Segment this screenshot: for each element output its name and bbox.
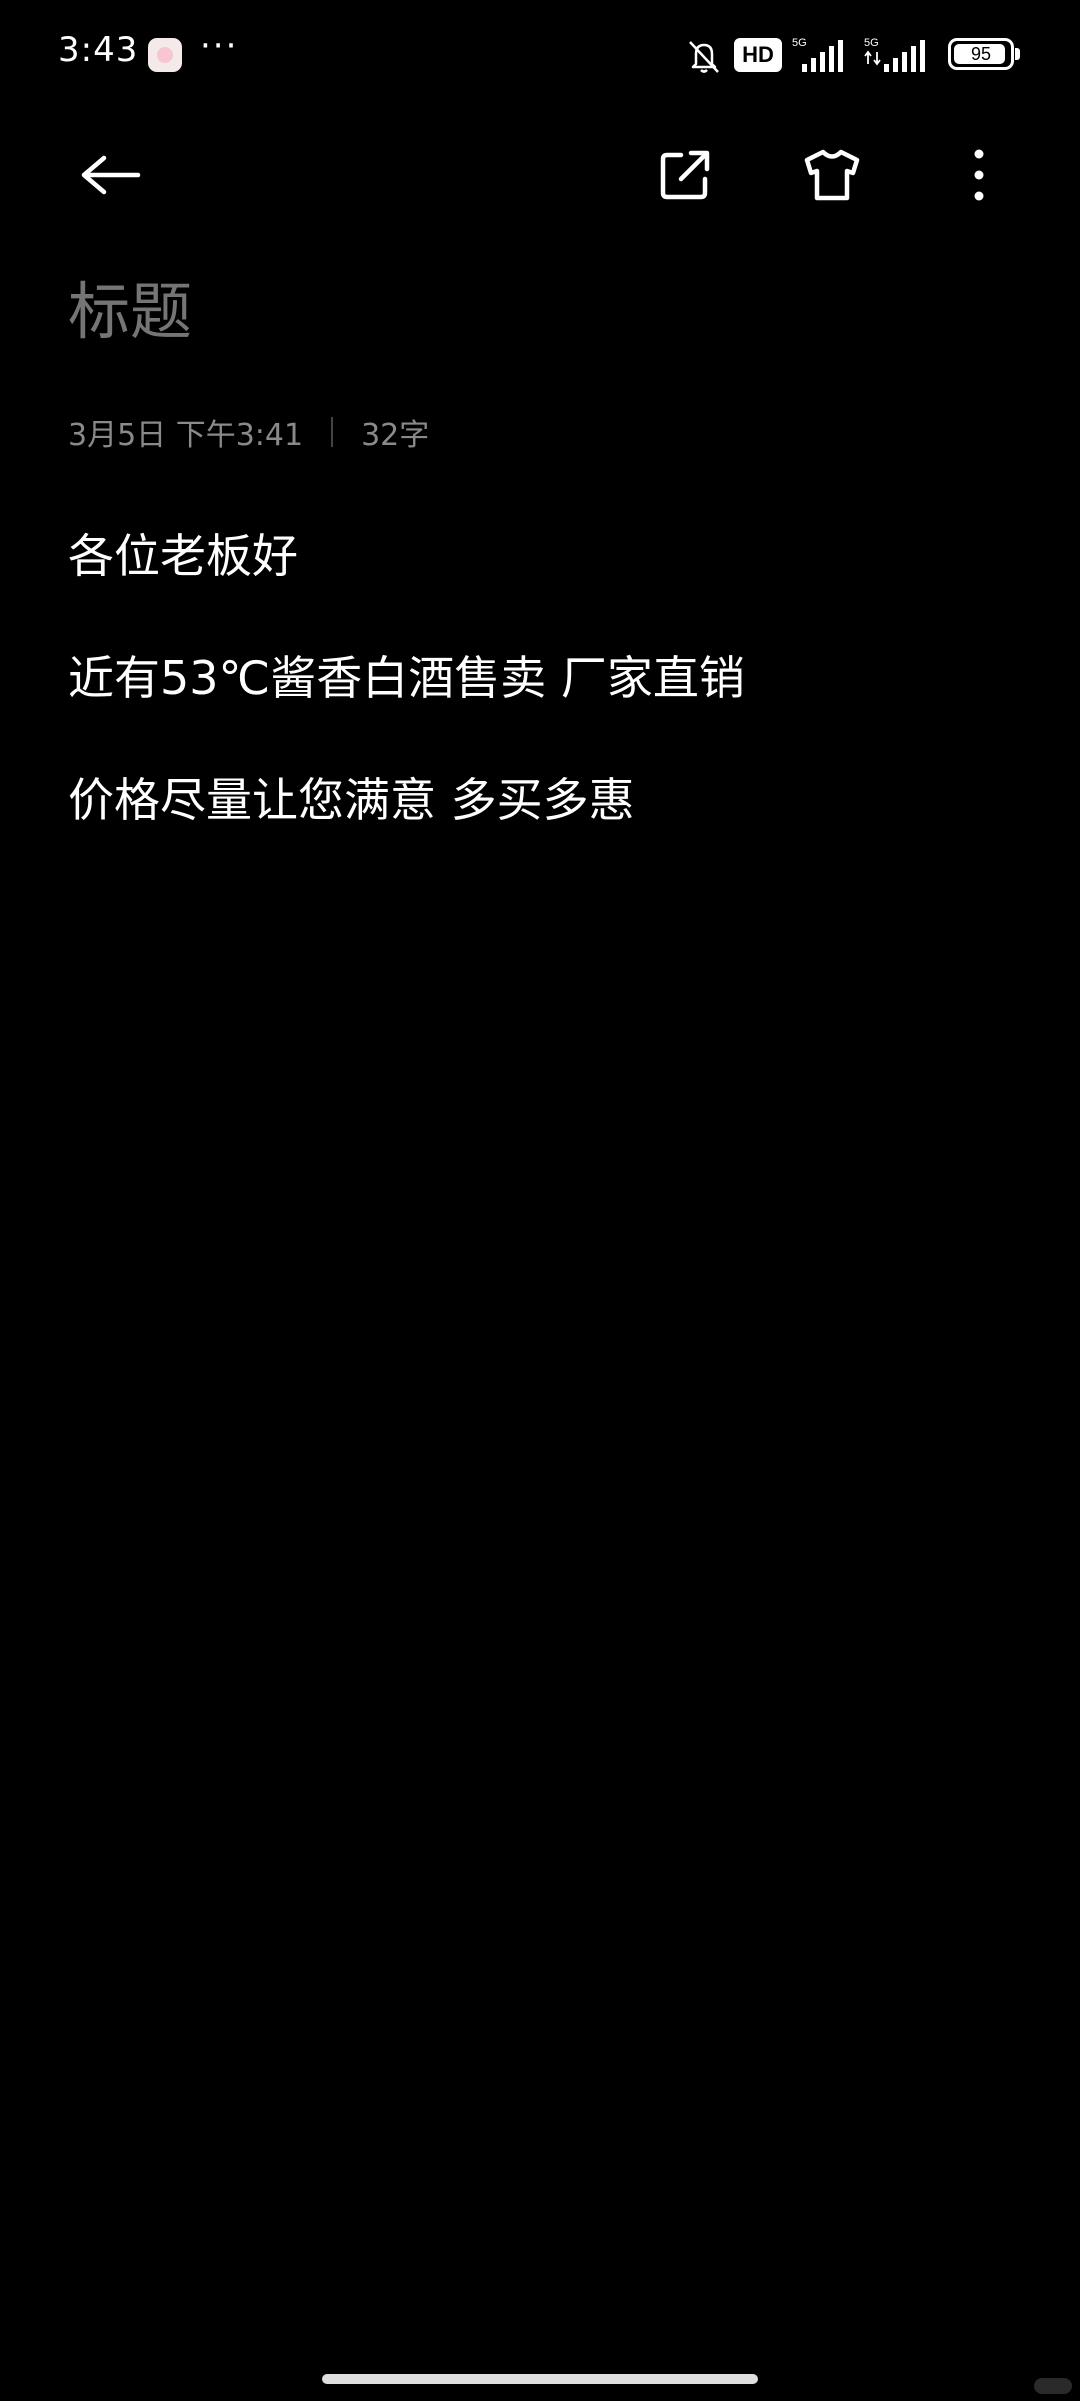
battery-level-text: 95 bbox=[970, 44, 992, 64]
note-meta: 3月5日 下午3:41 32字 bbox=[68, 410, 429, 454]
app-notification-icon bbox=[148, 38, 182, 72]
more-options-button[interactable] bbox=[934, 130, 1024, 220]
status-time: 3:43 bbox=[58, 30, 139, 70]
mute-bell-icon bbox=[689, 41, 719, 73]
battery-tip bbox=[1015, 48, 1020, 60]
svg-text:5G: 5G bbox=[864, 37, 879, 49]
signal-5g-icon: 5G bbox=[792, 37, 843, 72]
back-button[interactable] bbox=[66, 130, 156, 220]
share-button[interactable] bbox=[640, 130, 730, 220]
battery-icon: 95 bbox=[948, 38, 1014, 70]
more-vertical-icon bbox=[974, 149, 984, 201]
watermark-badge bbox=[1034, 2378, 1072, 2394]
status-bar: 3:43 ··· HD 5G 5G 95 bbox=[0, 0, 1080, 110]
note-line[interactable]: 近有53℃酱香白酒售卖 厂家直销 bbox=[68, 642, 1018, 764]
home-indicator[interactable] bbox=[322, 2374, 758, 2384]
note-line[interactable]: 价格尽量让您满意 多买多惠 bbox=[68, 764, 1018, 886]
hd-voice-badge: HD bbox=[734, 38, 782, 72]
svg-text:5G: 5G bbox=[792, 37, 807, 49]
note-line[interactable]: 各位老板好 bbox=[68, 520, 1018, 642]
note-title-input[interactable] bbox=[68, 275, 968, 348]
more-notifications-icon: ··· bbox=[200, 26, 239, 66]
share-export-icon bbox=[660, 150, 710, 200]
note-body-editor[interactable]: 各位老板好 近有53℃酱香白酒售卖 厂家直销 价格尽量让您满意 多买多惠 bbox=[68, 520, 1018, 886]
theme-shirt-icon bbox=[804, 149, 860, 201]
meta-divider bbox=[331, 417, 334, 447]
theme-button[interactable] bbox=[787, 130, 877, 220]
note-date: 3月5日 下午3:41 bbox=[68, 418, 304, 453]
back-arrow-icon bbox=[81, 155, 141, 195]
signal-5g-icon: 5G bbox=[864, 37, 925, 72]
note-word-count: 32字 bbox=[361, 418, 430, 453]
